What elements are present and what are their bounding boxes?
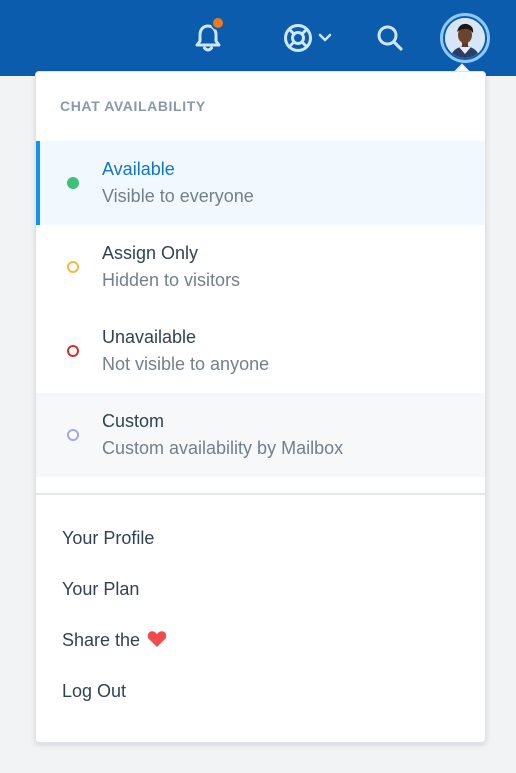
notification-badge (211, 16, 225, 30)
account-dropdown-menu: CHAT AVAILABILITY Available Visible to e… (35, 71, 486, 743)
status-title: Unavailable (102, 327, 197, 347)
your-profile-link[interactable]: Your Profile (62, 523, 154, 553)
status-option-assign-only[interactable]: Assign Only Hidden to visitors (36, 225, 485, 309)
log-out-link[interactable]: Log Out (62, 676, 126, 706)
status-subtitle: Not visible to anyone (102, 354, 270, 374)
status-title: Available (102, 159, 175, 179)
status-title: Assign Only (102, 243, 199, 263)
search-button[interactable] (370, 18, 410, 58)
status-title: Custom (102, 411, 165, 431)
status-subtitle: Custom availability by Mailbox (102, 438, 344, 458)
status-option-custom[interactable]: Custom Custom availability by Mailbox (36, 393, 485, 477)
user-photo (445, 18, 485, 58)
help-menu-button[interactable] (280, 18, 334, 58)
chevron-down-icon (318, 33, 332, 42)
avatar[interactable] (440, 13, 490, 63)
menu-divider (36, 493, 485, 495)
status-subtitle: Visible to everyone (102, 186, 254, 206)
status-option-unavailable[interactable]: Unavailable Not visible to anyone (36, 309, 485, 393)
top-navigation-bar (0, 0, 516, 76)
heart-icon (147, 631, 167, 648)
help-icon (284, 24, 312, 52)
status-dot-icon (67, 429, 79, 441)
status-option-available[interactable]: Available Visible to everyone (36, 141, 485, 225)
status-dot-icon (67, 177, 79, 189)
status-dot-icon (67, 261, 79, 273)
status-subtitle: Hidden to visitors (102, 270, 241, 290)
status-dot-icon (67, 345, 79, 357)
share-the-love-link[interactable]: Share the (62, 625, 167, 655)
your-plan-link[interactable]: Your Plan (62, 574, 139, 604)
share-label: Share the (62, 630, 141, 650)
search-icon (377, 25, 403, 51)
chat-availability-heading: CHAT AVAILABILITY (60, 98, 206, 114)
